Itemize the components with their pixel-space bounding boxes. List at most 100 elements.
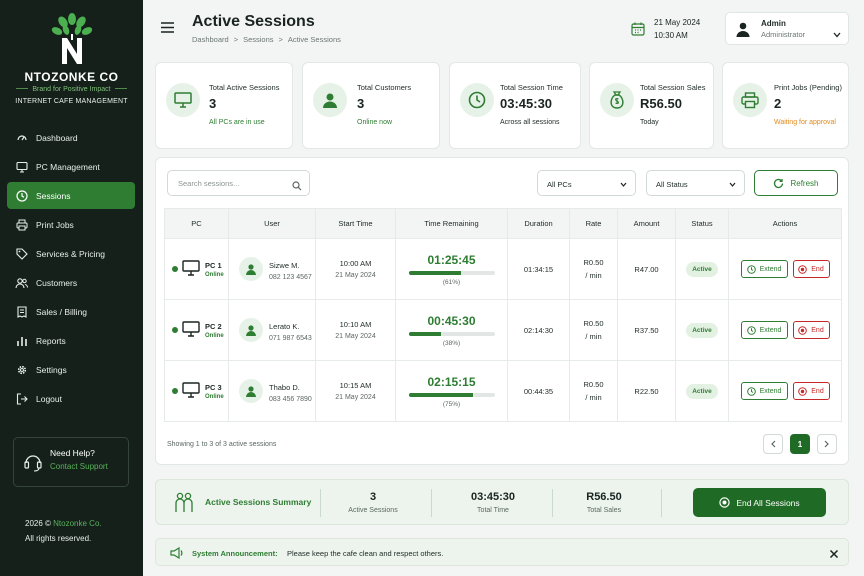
summary-title: Active Sessions Summary [205,497,312,507]
column-header: Start Time [315,208,396,239]
prev-page-button[interactable] [763,434,783,454]
sidebar-item-sales-billing[interactable]: Sales / Billing [7,298,135,325]
column-header: Rate [569,208,618,239]
column-header: Time Remaining [395,208,508,239]
stat-subtext: Across all sessions [500,119,560,126]
close-icon[interactable] [829,546,839,564]
end-button[interactable]: End [792,260,830,278]
brand-logo: NTOZONKE CO Brand for Positive Impact IN… [0,10,143,105]
sidebar-item-sessions[interactable]: Sessions [7,182,135,209]
system-announcement: System Announcement: Please keep the caf… [155,538,849,566]
contact-support-link[interactable]: Contact Support [50,462,128,471]
rate: R0.50 [583,380,604,389]
sidebar-item-label: PC Management [36,161,100,172]
breadcrumb-sessions[interactable]: Sessions [243,35,273,44]
sidebar-item-dashboard[interactable]: Dashboard [7,124,135,151]
actions-cell: Extend End [728,299,842,361]
refresh-icon [774,178,784,188]
amount: R47.00 [617,238,676,300]
end-button[interactable]: End [792,382,830,400]
sidebar-item-settings[interactable]: Settings [7,356,135,383]
user-phone: 083 456 7890 [269,396,312,403]
next-page-button[interactable] [817,434,837,454]
pc-status: Online [205,272,224,278]
brand-subtitle: INTERNET CAFE MANAGEMENT [15,98,128,105]
actions-cell: Extend End [728,360,842,422]
copyright: 2026 © Ntozonke Co. All rights reserved. [25,516,102,546]
pc-name: PC 3 [205,383,222,392]
search-input[interactable]: Search sessions... [167,170,310,196]
rate-unit: / min [585,393,602,402]
status-filter-select[interactable]: All Status [646,170,745,196]
progress-bar [408,270,495,275]
pc-name: PC 1 [205,261,222,270]
help-title: Need Help? [50,448,95,458]
sidebar-item-reports[interactable]: Reports [7,327,135,354]
stat-card-active-sessions: Total Active Sessions 3 All PCs are in u… [155,62,293,149]
calendar-icon [631,22,645,36]
divider [552,489,553,517]
sidebar-item-services-pricing[interactable]: Services & Pricing [7,240,135,267]
chevron-down-icon [620,180,627,189]
column-header: PC [164,208,229,239]
sidebar: NTOZONKE CO Brand for Positive Impact IN… [0,0,143,576]
refresh-label: Refresh [790,178,819,188]
sidebar-item-logout[interactable]: Logout [7,385,135,412]
summary-time-value: 03:45:30 [470,491,516,503]
user-name: Lerato K. [269,322,300,331]
divider [661,489,662,517]
stat-card-session-time: Total Session Time 03:45:30 Across all s… [449,62,581,149]
breadcrumb-dashboard[interactable]: Dashboard [192,35,229,44]
refresh-button[interactable]: Refresh [754,170,838,196]
sidebar-item-pc-management[interactable]: PC Management [7,153,135,180]
user-cell: Sizwe M. 082 123 4567 [228,238,316,300]
progress-bar [408,392,495,397]
logo-tree-icon [51,13,92,64]
extend-button[interactable]: Extend [740,382,788,400]
pc-cell: PC 3 Online [164,360,229,422]
sidebar-item-print-jobs[interactable]: Print Jobs [7,211,135,238]
pc-filter-select[interactable]: All PCs [537,170,636,196]
start-date: 21 May 2024 [335,394,376,401]
stop-circle-icon [719,497,731,508]
divider [320,489,321,517]
amount: R22.50 [617,360,676,422]
page-button-1[interactable]: 1 [790,434,810,454]
pc-cell: PC 2 Online [164,299,229,361]
clock-icon [746,325,756,335]
online-indicator [172,388,178,394]
start-time-cell: 10:00 AM 21 May 2024 [315,238,396,300]
divider [431,489,432,517]
end-button[interactable]: End [792,321,830,339]
sidebar-item-customers[interactable]: Customers [7,269,135,296]
current-date: 21 May 2024 [654,18,701,27]
stat-card-customers: Total Customers 3 Online now [302,62,440,149]
clock-icon [15,189,28,202]
menu-toggle-button[interactable] [161,20,174,38]
current-time: 10:30 AM [654,31,688,40]
end-label: End [811,265,824,273]
user-icon [313,83,347,117]
end-label: End [811,326,824,334]
extend-button[interactable]: Extend [740,260,788,278]
column-header: User [228,208,316,239]
stat-label: Total Session Sales [640,83,706,92]
actions-cell: Extend End [728,238,842,300]
start-time: 10:00 AM [339,259,372,268]
online-indicator [172,266,178,272]
search-icon [292,178,302,196]
megaphone-icon [170,546,184,564]
sidebar-item-label: Customers [36,277,78,288]
gear-icon [15,363,28,376]
progress-percent: (61%) [442,278,461,286]
start-time: 10:10 AM [339,320,372,329]
column-header: Duration [507,208,570,239]
user-menu[interactable]: Admin Administrator [725,12,849,45]
end-all-sessions-button[interactable]: End All Sessions [693,488,826,517]
reports-icon [15,334,28,347]
sidebar-item-label: Reports [36,335,66,346]
extend-button[interactable]: Extend [740,321,788,339]
sessions-summary-bar: Active Sessions Summary 3 Active Session… [155,479,849,525]
dashboard-icon [15,131,28,144]
progress-fill [408,270,461,275]
